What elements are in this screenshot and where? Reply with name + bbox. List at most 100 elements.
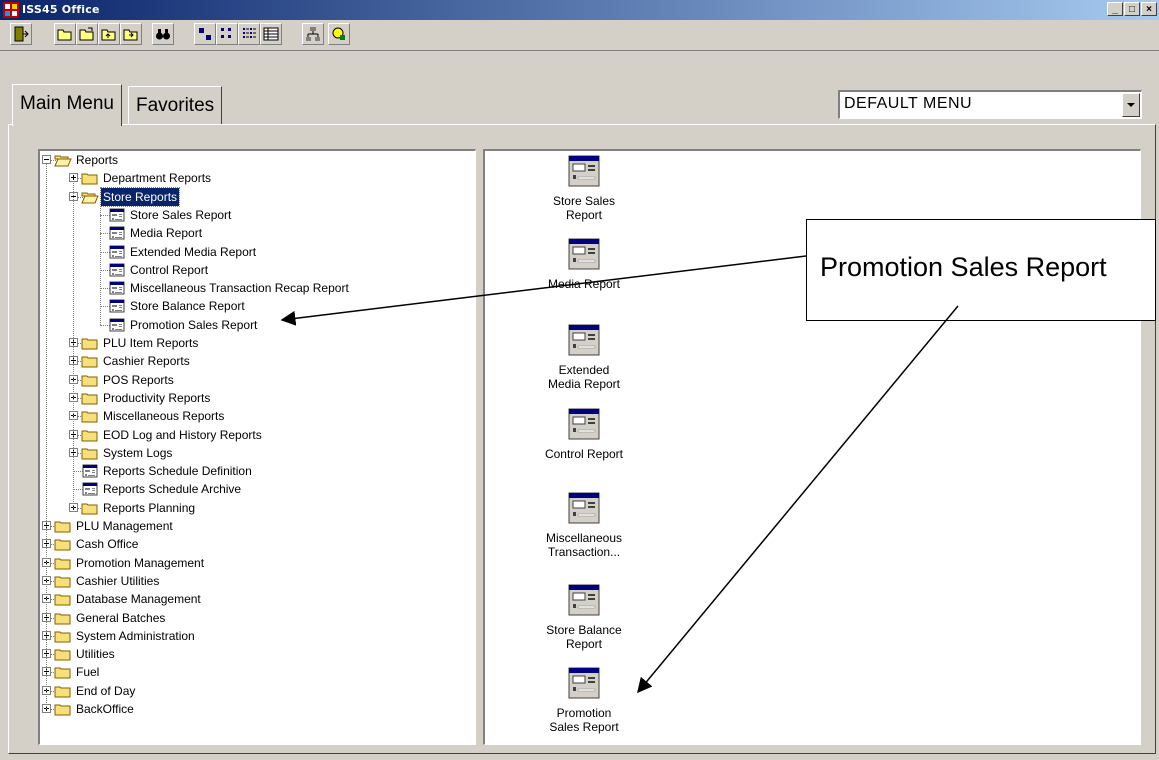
tree-item-label: Media Report (130, 226, 203, 241)
tree-item[interactable]: System Logs (40, 444, 470, 462)
tree-item-label: BackOffice (76, 702, 134, 716)
tree-item[interactable]: Store Sales Report (40, 206, 470, 224)
report-shortcut-label: Transaction... (547, 545, 621, 559)
tree-item-label: PLU Item Reports (103, 336, 199, 350)
report-shortcut[interactable]: Extended Media Report (524, 323, 644, 391)
tree-item[interactable]: Extended Media Report (40, 243, 470, 261)
tree-guide-line (46, 163, 47, 709)
tree-item[interactable]: Cashier Utilities (40, 572, 470, 590)
tree-item[interactable]: Reports Schedule Definition (40, 462, 470, 480)
report-shortcut[interactable]: Control Report (524, 407, 644, 461)
tree-guide-line (73, 181, 74, 508)
tree-item[interactable]: POS Reports (40, 371, 470, 389)
report-icon (524, 407, 644, 447)
tab-main-menu[interactable]: Main Menu (12, 84, 122, 126)
annotation-callout-text: Promotion Sales Report (820, 252, 1107, 282)
help-icon (332, 27, 345, 40)
folder-icon (54, 646, 72, 662)
report-shortcut[interactable]: Miscellaneous Transaction... (524, 491, 644, 559)
report-icon (108, 262, 126, 278)
tree-item-label: Database Management (76, 592, 201, 607)
tree-item[interactable]: Reports Schedule Archive (40, 480, 470, 498)
network-icon (306, 27, 320, 41)
tree-item[interactable]: Cash Office (40, 535, 470, 553)
tree-item-label: Store Reports (99, 186, 181, 207)
folder-down-button[interactable] (120, 23, 142, 45)
report-shortcut-label: Report (565, 208, 603, 222)
tree-item[interactable]: BackOffice (40, 700, 470, 718)
tab-favorites[interactable]: Favorites (128, 86, 223, 124)
tree-item[interactable]: Store Balance Report (40, 297, 470, 315)
folder-icon (54, 573, 72, 589)
large-icons-button[interactable] (194, 23, 216, 45)
tree-item-label: PLU Management (76, 519, 173, 533)
folder-icon (81, 500, 99, 516)
tree-item[interactable]: Fuel (40, 663, 470, 681)
report-shortcut[interactable]: Store Sales Report (524, 154, 644, 222)
tree-item[interactable]: General Batches (40, 609, 470, 627)
help-button[interactable] (328, 23, 350, 45)
folder-icon (54, 683, 72, 699)
report-shortcut[interactable]: Media Report (524, 237, 644, 291)
details-view-button[interactable] (260, 23, 282, 45)
tree-item[interactable]: Reports (40, 151, 470, 169)
list-view-button[interactable] (238, 23, 260, 45)
tree-item[interactable]: PLU Item Reports (40, 334, 470, 352)
report-icon (524, 154, 644, 194)
tree-item-label: Store Balance Report (130, 299, 245, 314)
tree-item[interactable]: Database Management (40, 590, 470, 608)
tree-item[interactable]: System Administration (40, 627, 470, 645)
folder-icon (81, 170, 99, 186)
close-button[interactable]: × (1141, 2, 1157, 16)
app-icon (3, 2, 19, 18)
tree-item-label: Miscellaneous Transaction Recap Report (130, 281, 349, 296)
tree-item[interactable]: Department Reports (40, 169, 470, 187)
tree-item[interactable]: Store Reports (40, 186, 470, 207)
large-icons-view-icon (199, 28, 211, 40)
report-shortcut-label: Promotion (556, 706, 612, 720)
open-button[interactable] (54, 23, 76, 45)
report-shortcut-label: Extended (558, 363, 610, 377)
report-shortcut[interactable]: Store Balance Report (524, 583, 644, 651)
folder-up-icon (101, 29, 116, 41)
tree-item-label: Reports Schedule Definition (103, 464, 252, 479)
tree-item[interactable]: Promotion Sales Report (40, 316, 470, 334)
tree-item-label: Cashier Reports (103, 354, 190, 369)
tree-item[interactable]: Cashier Reports (40, 352, 470, 370)
folder-icon (54, 701, 72, 717)
chevron-down-icon (1127, 103, 1135, 107)
menu-tree[interactable]: Reports Department Reports Store Reports St… (38, 149, 476, 745)
menu-select[interactable]: DEFAULT MENU (838, 90, 1142, 119)
tree-item[interactable]: Productivity Reports (40, 389, 470, 407)
tree-item[interactable]: Miscellaneous Transaction Recap Report (40, 279, 470, 297)
report-icon (524, 323, 644, 363)
tree-item[interactable]: Control Report (40, 261, 470, 279)
open-2-button[interactable] (76, 23, 98, 45)
folder-icon (81, 335, 99, 351)
tree-item[interactable]: EOD Log and History Reports (40, 426, 470, 444)
tree-item-label: Reports (76, 153, 119, 167)
report-shortcut[interactable]: Promotion Sales Report (524, 666, 644, 734)
menu-select-dropdown-button[interactable] (1122, 93, 1140, 117)
tree-item[interactable]: Reports Planning (40, 499, 470, 517)
tree-item[interactable]: Utilities (40, 645, 470, 663)
folder-up-button[interactable] (98, 23, 120, 45)
exit-button[interactable] (10, 23, 32, 45)
maximize-button[interactable]: □ (1124, 2, 1140, 16)
network-button[interactable] (302, 23, 324, 45)
find-button[interactable] (152, 23, 174, 45)
tree-item[interactable]: Media Report (40, 224, 470, 242)
report-icon (524, 583, 644, 623)
tree-item-label: Utilities (76, 647, 115, 662)
tree-item[interactable]: Promotion Management (40, 554, 470, 572)
folder-icon (81, 390, 99, 406)
folder-icon (54, 518, 72, 534)
minimize-button[interactable]: _ (1107, 2, 1123, 16)
report-shortcut-label: Miscellaneous (545, 531, 623, 545)
small-icons-button[interactable] (216, 23, 238, 45)
tree-item[interactable]: End of Day (40, 682, 470, 700)
tree-item[interactable]: Miscellaneous Reports (40, 407, 470, 425)
tree-item[interactable]: PLU Management (40, 517, 470, 535)
report-shortcut-label: Sales Report (549, 720, 619, 734)
folder-icon (81, 353, 99, 369)
